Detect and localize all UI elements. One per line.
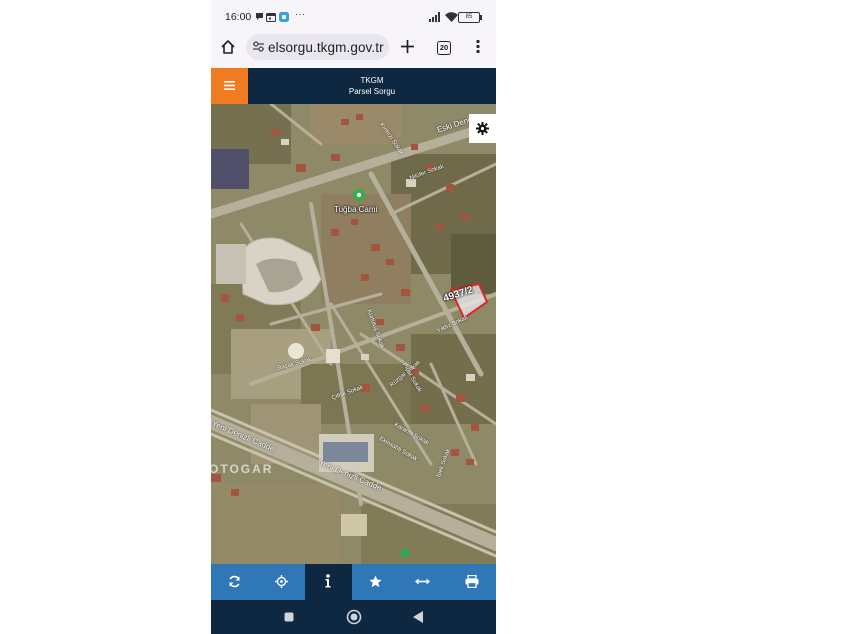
calendar-icon (266, 12, 276, 22)
map-imagery (211, 104, 496, 564)
measure-icon (415, 577, 430, 586)
home-nav-button[interactable] (334, 600, 374, 634)
app-title: TKGM (360, 76, 384, 85)
printer-icon (465, 575, 479, 588)
print-button[interactable] (449, 564, 496, 600)
status-overflow: ··· (295, 9, 305, 20)
recents-button[interactable] (269, 600, 309, 634)
map-settings-button[interactable] (469, 114, 496, 143)
status-bar: 16:00 ··· 85 (211, 0, 496, 34)
map-toolbar (211, 564, 496, 600)
poi-marker-icon[interactable] (401, 549, 409, 557)
browser-toolbar: elsorgu.tkgm.gov.tr 20 (211, 34, 496, 68)
new-tab-icon[interactable] (400, 39, 415, 54)
signal-icon (429, 12, 442, 22)
favorites-button[interactable] (352, 564, 399, 600)
url-bar[interactable]: elsorgu.tkgm.gov.tr (246, 34, 389, 60)
measure-button[interactable] (399, 564, 446, 600)
satellite-map[interactable]: Tuğba Cami Eski Denizli Yeni Denizli Cad… (211, 104, 496, 564)
app-subtitle: Parsel Sorgu (348, 87, 396, 96)
home-icon[interactable] (220, 39, 236, 55)
site-settings-icon[interactable] (252, 40, 265, 53)
info-icon (325, 574, 331, 588)
tab-switcher-button[interactable]: 20 (437, 41, 451, 55)
map-label-mosque: Tuğba Cami (334, 205, 378, 214)
wifi-icon (445, 12, 458, 22)
back-button[interactable] (399, 600, 439, 634)
browser-menu-icon[interactable] (475, 39, 481, 54)
star-icon (369, 575, 382, 588)
status-time: 16:00 (225, 11, 252, 23)
circle-icon (346, 609, 362, 625)
menu-button[interactable] (211, 68, 248, 104)
battery-icon: 85 (458, 12, 482, 23)
square-icon (284, 612, 294, 622)
back-triangle-icon (413, 611, 423, 623)
app-icon (279, 12, 289, 22)
url-text: elsorgu.tkgm.gov.tr (268, 40, 384, 55)
locate-button[interactable] (258, 564, 305, 600)
app-header: TKGM Parsel Sorgu (211, 68, 496, 104)
system-nav-bar (211, 600, 496, 634)
notification-icon (255, 12, 264, 22)
app-title-block: TKGM Parsel Sorgu (248, 75, 496, 97)
map-label-otogar: OTOGAR (211, 462, 274, 476)
refresh-button[interactable] (211, 564, 258, 600)
info-button[interactable] (305, 564, 352, 600)
refresh-icon (228, 575, 241, 588)
phone-screen: 16:00 ··· 85 elsorgu.tkgm.gov.tr 20 TKGM… (211, 0, 496, 634)
hamburger-icon (224, 81, 235, 90)
gear-icon (476, 122, 489, 135)
crosshair-icon (275, 575, 288, 588)
mosque-pin-icon[interactable] (353, 189, 365, 201)
